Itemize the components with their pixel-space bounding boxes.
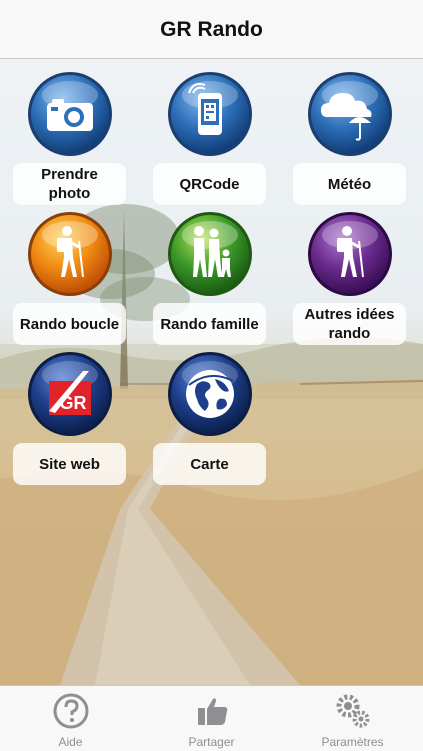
svg-text:GR: GR [60,393,87,413]
site-web-button[interactable]: GR [27,351,113,437]
qrcode-label-card[interactable]: QRCode [153,163,266,205]
autres-idees-rando-label: Autres idées rando [304,306,395,342]
camera-icon [28,72,112,156]
rando-famille-button[interactable] [167,211,253,297]
rando-boucle-button[interactable] [27,211,113,297]
page-title: GR Rando [160,18,263,41]
weather-cloud-umbrella-icon [308,72,392,156]
gr-logo-icon: GR [28,352,112,436]
tab-partager-label: Partager [188,735,235,749]
carte-button[interactable] [167,351,253,437]
thumbs-up-icon [197,698,227,725]
autres-idees-rando-label-card[interactable]: Autres idées rando [293,303,406,345]
tab-aide[interactable]: Aide [0,686,141,751]
autres-idees-rando-button[interactable] [307,211,393,297]
background-photo: Prendre photo QRCode Météo Rando boucle … [0,59,423,685]
tab-parametres[interactable]: Paramètres [282,686,423,751]
rando-boucle-label: Rando boucle [19,315,120,333]
globe-icon [168,352,252,436]
prendre-photo-label: Prendre photo [41,166,98,202]
hiker-icon [308,212,392,296]
gear-icon [336,694,369,728]
prendre-photo-button[interactable] [27,71,113,157]
qrcode-label: QRCode [179,175,240,193]
meteo-button[interactable] [307,71,393,157]
meteo-label-card[interactable]: Météo [293,163,406,205]
navigation-bar: GR Rando [0,0,423,59]
carte-label-card[interactable]: Carte [153,443,266,485]
rando-boucle-label-card[interactable]: Rando boucle [13,303,126,345]
site-web-label-card[interactable]: Site web [13,443,126,485]
rando-famille-label: Rando famille [160,315,259,333]
tab-bar: Aide Partager Paramètres [0,685,423,751]
tab-parametres-label: Paramètres [321,735,384,749]
family-hikers-icon [168,212,252,296]
rando-famille-label-card[interactable]: Rando famille [153,303,266,345]
prendre-photo-label-card[interactable]: Prendre photo [13,163,126,205]
site-web-label: Site web [39,455,100,473]
tab-partager[interactable]: Partager [141,686,282,751]
qrcode-button[interactable] [167,71,253,157]
tab-aide-label: Aide [58,735,83,749]
meteo-label: Météo [327,175,372,193]
help-icon [53,693,88,729]
qrcode-phone-icon [168,72,252,156]
hiker-icon [28,212,112,296]
carte-label: Carte [190,455,229,473]
